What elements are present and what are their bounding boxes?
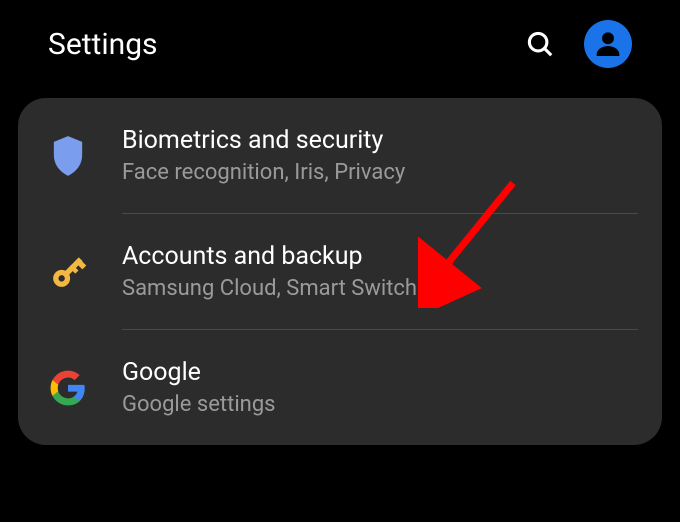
item-text: Accounts and backup Samsung Cloud, Smart…	[122, 242, 638, 301]
shield-icon	[46, 134, 90, 178]
item-subtitle: Samsung Cloud, Smart Switch	[122, 276, 638, 301]
settings-item-biometrics[interactable]: Biometrics and security Face recognition…	[18, 98, 662, 213]
search-icon	[525, 29, 555, 59]
page-title: Settings	[48, 27, 158, 62]
item-subtitle: Face recognition, Iris, Privacy	[122, 160, 638, 185]
header-actions	[522, 20, 632, 68]
profile-button[interactable]	[584, 20, 632, 68]
search-button[interactable]	[522, 26, 558, 62]
item-subtitle: Google settings	[122, 392, 638, 417]
settings-header: Settings	[0, 0, 680, 98]
google-icon	[46, 366, 90, 410]
item-title: Google	[122, 358, 638, 387]
person-icon	[591, 27, 625, 61]
settings-item-accounts[interactable]: Accounts and backup Samsung Cloud, Smart…	[18, 214, 662, 329]
settings-item-google[interactable]: Google Google settings	[18, 330, 662, 445]
item-text: Google Google settings	[122, 358, 638, 417]
settings-card: Biometrics and security Face recognition…	[18, 98, 662, 445]
item-title: Accounts and backup	[122, 242, 638, 271]
item-title: Biometrics and security	[122, 126, 638, 155]
key-icon	[46, 250, 90, 294]
item-text: Biometrics and security Face recognition…	[122, 126, 638, 185]
